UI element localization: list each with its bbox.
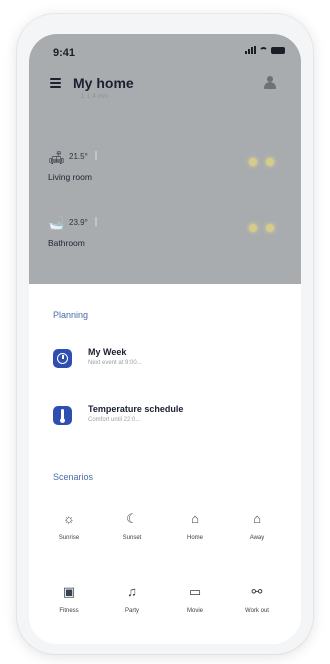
room-temperature: 21.5° — [69, 152, 88, 161]
menu-icon[interactable] — [50, 78, 61, 90]
app-screen: 9:41 My home 1 1 4 mm 🛋 21.5° Living roo… — [29, 34, 301, 644]
light-glow-icon — [247, 222, 277, 234]
thermometer-icon — [53, 406, 72, 425]
page-title[interactable]: My home — [73, 75, 134, 91]
scenario-sunset[interactable]: ☾ Sunset — [104, 510, 160, 550]
home-subtitle: 1 1 4 mm — [81, 94, 109, 100]
away-icon: ⌂ — [253, 511, 261, 526]
planning-item-subtitle: Comfort until 22:0... — [88, 417, 141, 423]
home-header: My home 1 1 4 mm — [29, 72, 301, 112]
scenario-sunrise[interactable]: ☼ Sunrise — [41, 510, 97, 550]
light-glow-icon — [247, 156, 277, 168]
scenario-movie[interactable]: ▭ Movie — [167, 583, 223, 623]
sofa-icon: 🛋 — [48, 150, 65, 165]
scenario-label: Home — [186, 535, 203, 541]
planning-item-my-week[interactable]: My Week Next event at 9:00... — [53, 347, 283, 377]
planning-item-title: My Week — [88, 347, 127, 357]
status-icons — [245, 46, 285, 54]
room-card-living-room[interactable]: 🛋 21.5° Living room — [29, 150, 301, 202]
briefcase-icon: ▣ — [62, 584, 76, 599]
room-name: Living room — [48, 172, 92, 182]
moon-icon: ☾ — [126, 511, 138, 526]
planning-title: Planning — [53, 310, 89, 320]
scenario-work-out[interactable]: ⚯ Work out — [229, 583, 285, 623]
scenario-home[interactable]: ⌂ Home — [167, 510, 223, 550]
sunrise-icon: ☼ — [63, 511, 75, 526]
scenario-fitness[interactable]: ▣ Fitness — [41, 583, 97, 623]
scenarios-title: Scenarios — [53, 472, 94, 482]
battery-icon — [271, 46, 285, 54]
bath-icon: 🛁 — [48, 216, 65, 231]
scenario-label: Party — [124, 608, 139, 614]
scenario-label: Movie — [186, 608, 203, 614]
tv-icon: ▭ — [188, 584, 202, 599]
scenario-label: Sunrise — [58, 535, 80, 541]
room-name: Bathroom — [48, 238, 85, 248]
profile-icon[interactable] — [263, 76, 277, 90]
room-temperature: 23.9° — [69, 218, 88, 227]
scenario-label: Sunset — [122, 535, 142, 541]
planning-item-title: Temperature schedule — [88, 404, 184, 414]
room-card-bathroom[interactable]: 🛁 23.9° Bathroom — [29, 216, 301, 268]
wifi-icon — [259, 46, 268, 54]
planning-item-temperature-schedule[interactable]: Temperature schedule Comfort until 22:0.… — [53, 404, 283, 434]
bottom-sheet: Planning My Week Next event at 9:00... T… — [29, 284, 301, 644]
divider — [95, 217, 97, 226]
signal-icon — [245, 46, 256, 54]
divider — [95, 151, 97, 160]
status-bar: 9:41 — [29, 34, 301, 66]
scenario-label: Work out — [245, 608, 269, 614]
party-icon: ♫ — [127, 584, 137, 599]
scenario-away[interactable]: ⌂ Away — [229, 510, 285, 550]
clock-icon — [53, 349, 72, 368]
scenario-label: Away — [249, 535, 265, 541]
scenario-label: Fitness — [59, 608, 79, 614]
dumbbell-icon: ⚯ — [251, 584, 263, 599]
scenario-party[interactable]: ♫ Party — [104, 583, 160, 623]
planning-item-subtitle: Next event at 9:00... — [88, 360, 142, 366]
home-icon: ⌂ — [191, 511, 199, 526]
status-time: 9:41 — [53, 47, 76, 59]
